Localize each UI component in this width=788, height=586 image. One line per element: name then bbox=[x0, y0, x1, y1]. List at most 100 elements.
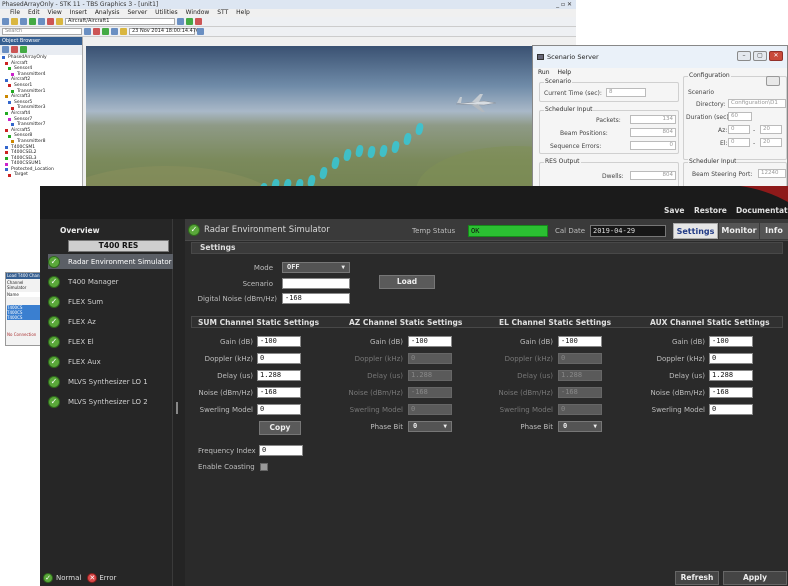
sidebar-item-flex-el[interactable]: ✓ FLEX El bbox=[48, 334, 173, 349]
browser-delete-icon[interactable] bbox=[11, 46, 18, 53]
sum-doppler-field[interactable]: 0 bbox=[257, 353, 301, 364]
az-range-sep: - bbox=[753, 127, 756, 134]
el-min-field[interactable]: 0 bbox=[728, 138, 750, 147]
scenario-field[interactable] bbox=[282, 278, 350, 289]
graph-icon[interactable] bbox=[47, 18, 54, 25]
normal-legend-label: Normal bbox=[56, 574, 82, 582]
panel-splitter[interactable] bbox=[176, 402, 178, 414]
sidebar-item-t400-manager[interactable]: ✓ T400 Manager bbox=[48, 274, 173, 289]
aux-noise-field[interactable]: -168 bbox=[709, 387, 753, 398]
el-max-field[interactable]: 20 bbox=[760, 138, 782, 147]
menu-window[interactable]: Window bbox=[186, 9, 210, 16]
play-icon[interactable] bbox=[102, 28, 109, 35]
az-min-field[interactable]: 0 bbox=[728, 125, 750, 134]
el-phase-bit-dropdown[interactable]: 0 ▼ bbox=[558, 421, 602, 432]
directory-field[interactable]: Configuration\D1 bbox=[728, 99, 786, 108]
restore-button[interactable]: Restore bbox=[694, 206, 727, 215]
insert-icon[interactable] bbox=[29, 18, 36, 25]
aux-doppler-field[interactable]: 0 bbox=[709, 353, 753, 364]
browser-props-icon[interactable] bbox=[20, 46, 27, 53]
properties-icon[interactable] bbox=[56, 18, 63, 25]
aux-swerling-field[interactable]: 0 bbox=[709, 404, 753, 415]
sum-delay-field[interactable]: 1.288 bbox=[257, 370, 301, 381]
sum-gain-field[interactable]: -100 bbox=[257, 336, 301, 347]
stk-menu-bar: File Edit View Insert Analysis Server Ut… bbox=[0, 9, 576, 17]
reset-icon[interactable] bbox=[93, 28, 100, 35]
object-selector[interactable]: Aircraft/Aircraft1 bbox=[65, 18, 175, 25]
time-icon[interactable] bbox=[120, 28, 127, 35]
sum-swerling-field[interactable]: 0 bbox=[257, 404, 301, 415]
open-icon[interactable] bbox=[11, 18, 18, 25]
el-gain-field[interactable]: -100 bbox=[558, 336, 602, 347]
close-button[interactable]: ✕ bbox=[769, 51, 783, 61]
menu-edit[interactable]: Edit bbox=[28, 9, 40, 16]
sidebar-item-flex-aux[interactable]: ✓ FLEX Aux bbox=[48, 354, 173, 369]
menu-file[interactable]: File bbox=[10, 9, 20, 16]
save-button[interactable]: Save bbox=[664, 206, 684, 215]
menu-view[interactable]: View bbox=[48, 9, 62, 16]
load-button[interactable]: Load bbox=[379, 275, 435, 289]
object-color-swatch bbox=[5, 156, 8, 160]
minimize-button[interactable]: – bbox=[737, 51, 751, 61]
az-gain-field[interactable]: -100 bbox=[408, 336, 452, 347]
menu-insert[interactable]: Insert bbox=[70, 9, 87, 16]
object-color-swatch bbox=[8, 134, 11, 138]
az-max-field[interactable]: 20 bbox=[760, 125, 782, 134]
new-icon[interactable] bbox=[2, 18, 9, 25]
step-icon[interactable] bbox=[111, 28, 118, 35]
search-box[interactable]: Search bbox=[2, 28, 82, 35]
stk-window-controls[interactable]: _ ▫ ✕ bbox=[556, 0, 572, 9]
menu-help[interactable]: Help bbox=[236, 9, 250, 16]
aux-gain-label: Gain (dB) bbox=[671, 338, 705, 346]
aux-gain-field[interactable]: -100 bbox=[709, 336, 753, 347]
duration-field[interactable]: 60 bbox=[728, 112, 752, 121]
sidebar-item-flex-az[interactable]: ✓ FLEX Az bbox=[48, 314, 173, 329]
map-icon[interactable] bbox=[195, 18, 202, 25]
mode-dropdown[interactable]: OFF ▼ bbox=[282, 262, 350, 273]
normal-legend-icon: ✓ bbox=[43, 573, 53, 583]
object-tree-item[interactable]: Target bbox=[0, 172, 82, 178]
config-toggle-button[interactable] bbox=[766, 76, 780, 86]
apply-changes-button[interactable]: Apply Changes bbox=[723, 571, 787, 586]
browser-new-icon[interactable] bbox=[2, 46, 9, 53]
sidebar-item-mlvs-lo1[interactable]: ✓ MLVS Synthesizer LO 1 bbox=[48, 374, 173, 389]
zoom-icon[interactable] bbox=[197, 28, 204, 35]
sum-noise-field[interactable]: -168 bbox=[257, 387, 301, 398]
globe-icon[interactable] bbox=[186, 18, 193, 25]
radar-beam-mark bbox=[318, 166, 329, 180]
tab-info[interactable]: Info bbox=[760, 223, 788, 239]
documentation-button[interactable]: Documentation bbox=[736, 206, 788, 215]
menu-help[interactable]: Help bbox=[557, 69, 571, 76]
menu-server[interactable]: Server bbox=[127, 9, 147, 16]
save-icon[interactable] bbox=[20, 18, 27, 25]
report-icon[interactable] bbox=[38, 18, 45, 25]
menu-utilities[interactable]: Utilities bbox=[155, 9, 178, 16]
beam-steering-port-field[interactable]: 12240 bbox=[758, 169, 786, 178]
access-icon[interactable] bbox=[177, 18, 184, 25]
refresh-button[interactable]: Refresh bbox=[675, 571, 719, 585]
menu-stt[interactable]: STT bbox=[217, 9, 228, 16]
packets-field: 134 bbox=[630, 115, 676, 124]
scenario-server-title: Scenario Server bbox=[547, 53, 599, 61]
menu-run[interactable]: Run bbox=[538, 69, 550, 76]
el-label: El: bbox=[720, 140, 728, 147]
tab-settings[interactable]: Settings bbox=[673, 223, 718, 239]
az-phase-bit-dropdown[interactable]: 0 ▼ bbox=[408, 421, 452, 432]
copy-button[interactable]: Copy bbox=[259, 421, 301, 435]
radar-beam-mark bbox=[378, 144, 389, 158]
channel-loader-row[interactable]: T400CS bbox=[7, 315, 41, 320]
play-back-icon[interactable] bbox=[84, 28, 91, 35]
tab-monitor[interactable]: Monitor bbox=[719, 223, 759, 239]
sidebar-item-mlvs-lo2[interactable]: ✓ MLVS Synthesizer LO 2 bbox=[48, 394, 173, 409]
menu-analysis[interactable]: Analysis bbox=[95, 9, 120, 16]
maximize-button[interactable]: ▢ bbox=[753, 51, 767, 61]
channel-header-bar: SUM Channel Static Settings AZ Channel S… bbox=[191, 316, 783, 328]
t400-res-group[interactable]: T400 RES bbox=[68, 240, 169, 252]
aux-delay-field[interactable]: 1.288 bbox=[709, 370, 753, 381]
sum-gain-label: Gain (dB) bbox=[219, 338, 253, 346]
digital-noise-field[interactable]: -168 bbox=[282, 293, 350, 304]
enable-coasting-checkbox[interactable] bbox=[260, 463, 268, 471]
frequency-index-field[interactable]: 0 bbox=[259, 445, 303, 456]
sidebar-item-radar-environment-simulator[interactable]: ✓ Radar Environment Simulator bbox=[48, 254, 173, 269]
sidebar-item-flex-sum[interactable]: ✓ FLEX Sum bbox=[48, 294, 173, 309]
